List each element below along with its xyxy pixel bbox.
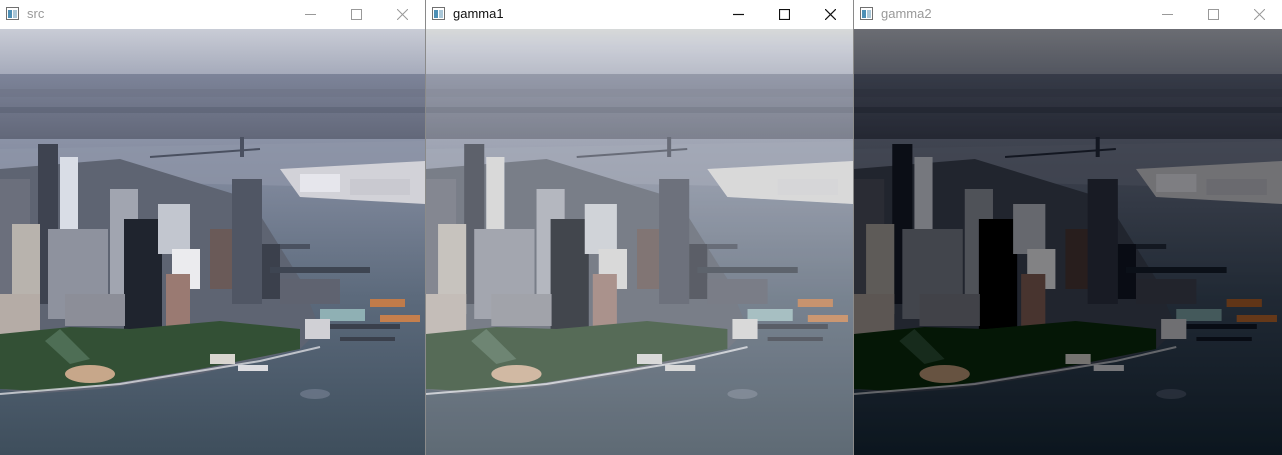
- minimize-button[interactable]: [715, 0, 761, 29]
- app-window-icon: [860, 7, 873, 20]
- close-icon: [1253, 9, 1265, 20]
- minimize-button[interactable]: [1144, 0, 1190, 29]
- close-button[interactable]: [379, 0, 425, 29]
- image-display: [854, 29, 1282, 455]
- city-harbor-image: [854, 29, 1282, 455]
- window-gamma1[interactable]: gamma1: [425, 0, 853, 455]
- titlebar[interactable]: gamma2: [854, 0, 1282, 29]
- titlebar[interactable]: src: [0, 0, 425, 29]
- image-display: [426, 29, 853, 455]
- minimize-icon: [304, 14, 316, 15]
- window-gamma2[interactable]: gamma2: [853, 0, 1282, 455]
- close-button[interactable]: [807, 0, 853, 29]
- close-icon: [824, 9, 836, 20]
- maximize-button[interactable]: [333, 0, 379, 29]
- image-display: [0, 29, 425, 455]
- maximize-button[interactable]: [761, 0, 807, 29]
- maximize-icon: [350, 9, 362, 20]
- minimize-button[interactable]: [287, 0, 333, 29]
- close-icon: [396, 9, 408, 20]
- window-title: gamma2: [881, 6, 932, 21]
- window-src[interactable]: src: [0, 0, 425, 455]
- minimize-icon: [732, 13, 744, 16]
- minimize-icon: [1161, 14, 1173, 15]
- window-title: gamma1: [453, 6, 504, 21]
- desktop: src gamma1 gamma2: [0, 0, 1282, 455]
- titlebar[interactable]: gamma1: [426, 0, 853, 29]
- maximize-icon: [778, 9, 790, 20]
- maximize-icon: [1207, 9, 1219, 20]
- city-harbor-image: [0, 29, 425, 455]
- close-button[interactable]: [1236, 0, 1282, 29]
- window-title: src: [27, 6, 45, 21]
- app-window-icon: [432, 7, 445, 20]
- app-window-icon: [6, 7, 19, 20]
- maximize-button[interactable]: [1190, 0, 1236, 29]
- city-harbor-image: [426, 29, 853, 455]
